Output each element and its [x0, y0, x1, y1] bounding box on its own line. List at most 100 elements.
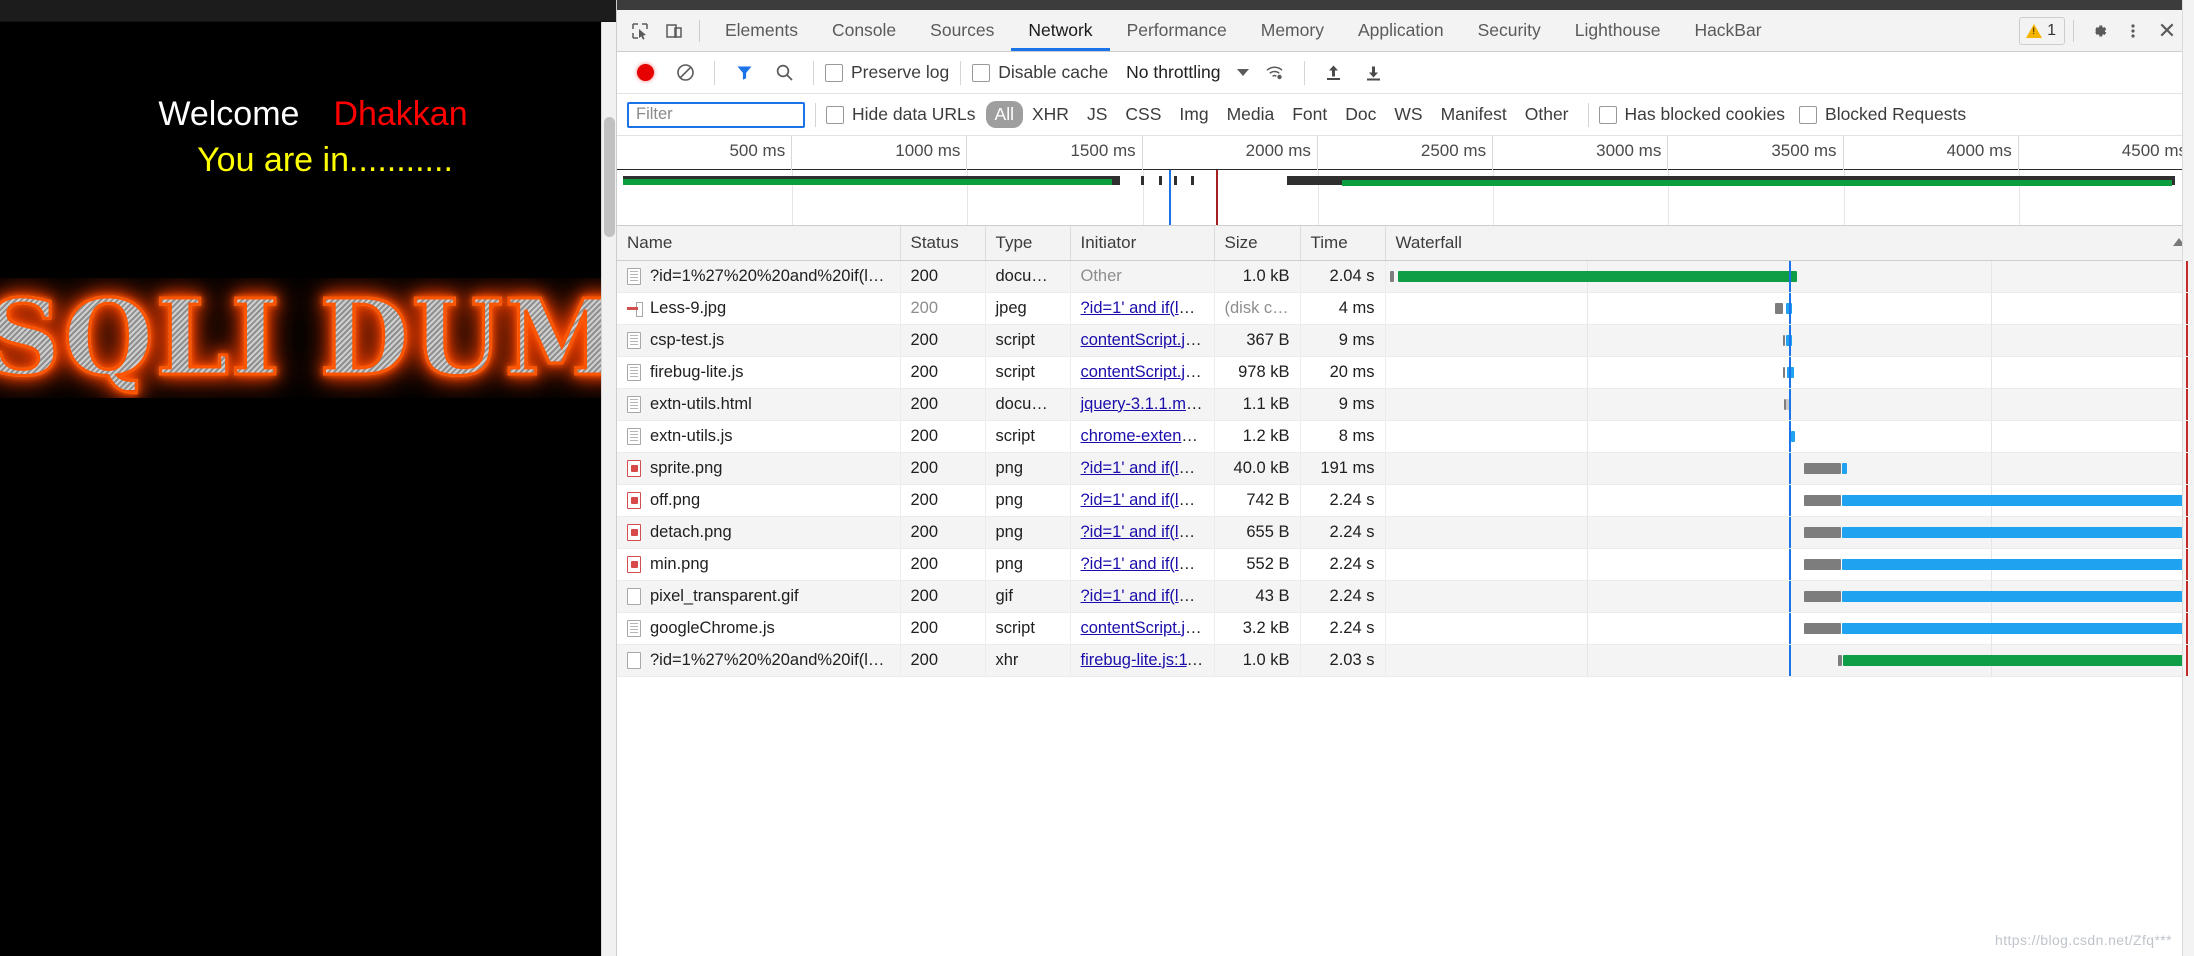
page-scrollbar-thumb[interactable]: [604, 117, 615, 237]
throttling-dropdown[interactable]: No throttling: [1122, 62, 1252, 83]
type-filter-js[interactable]: JS: [1078, 101, 1116, 128]
tab-lighthouse[interactable]: Lighthouse: [1558, 10, 1678, 51]
inspect-cursor-icon[interactable]: [623, 16, 657, 46]
cell-initiator[interactable]: chrome-extension://e...: [1070, 420, 1215, 453]
table-row[interactable]: off.png 200png ?id=1' and if(length(d...74…: [617, 484, 2194, 517]
search-icon[interactable]: [766, 58, 802, 88]
cell-initiator[interactable]: ?id=1' and if(length(d...: [1070, 484, 1215, 517]
tab-hackbar[interactable]: HackBar: [1677, 10, 1778, 51]
cell-initiator[interactable]: ?id=1' and if(length(d...: [1070, 580, 1215, 613]
cell-initiator[interactable]: ?id=1' and if(length(d...: [1070, 292, 1215, 325]
cell-initiator[interactable]: ?id=1' and if(length(d...: [1070, 516, 1215, 549]
column-header-waterfall[interactable]: Waterfall: [1385, 226, 2194, 261]
cell-initiator[interactable]: contentScript.js:120: [1070, 612, 1215, 645]
cell-name[interactable]: sprite.png: [617, 452, 901, 485]
record-button[interactable]: [627, 58, 663, 88]
table-row[interactable]: csp-test.js 200 script contentScript.js:125…: [617, 324, 2194, 357]
cell-initiator[interactable]: ?id=1' and if(length(d...: [1070, 452, 1215, 485]
cell-initiator[interactable]: jquery-3.1.1.min.js:3: [1070, 388, 1215, 421]
clear-button[interactable]: [667, 58, 703, 88]
tab-sources[interactable]: Sources: [913, 10, 1011, 51]
initiator-link[interactable]: ?id=1' and if(length(d...: [1081, 459, 1214, 477]
column-header-initiator[interactable]: Initiator: [1070, 226, 1215, 261]
tab-elements[interactable]: Elements: [708, 10, 815, 51]
tab-memory[interactable]: Memory: [1244, 10, 1341, 51]
import-har-icon[interactable]: [1316, 58, 1352, 88]
initiator-link[interactable]: ?id=1' and if(length(d...: [1081, 491, 1214, 509]
filter-input[interactable]: [627, 101, 805, 128]
close-icon[interactable]: ✕: [2150, 16, 2184, 46]
cell-initiator[interactable]: ?id=1' and if(length(d...: [1070, 548, 1215, 581]
column-header-time[interactable]: Time: [1300, 226, 1386, 261]
type-filter-xhr[interactable]: XHR: [1023, 101, 1078, 128]
type-filter-media[interactable]: Media: [1218, 101, 1284, 128]
cell-name[interactable]: detach.png: [617, 516, 901, 549]
table-row[interactable]: googleChrome.js 200 script contentScript.js…: [617, 612, 2194, 645]
type-filter-font[interactable]: Font: [1283, 101, 1336, 128]
type-filter-other[interactable]: Other: [1516, 101, 1578, 128]
table-row[interactable]: extn-utils.html 200 document jquery-3.1.1.m…: [617, 388, 2194, 421]
initiator-link[interactable]: contentScript.js:125: [1081, 331, 1214, 349]
has-blocked-cookies-checkbox[interactable]: Has blocked cookies: [1598, 104, 1785, 125]
table-row[interactable]: sprite.png 200png ?id=1' and if(length(d..…: [617, 452, 2194, 485]
cell-name[interactable]: firebug-lite.js: [617, 356, 901, 389]
type-filter-all[interactable]: All: [985, 101, 1023, 128]
column-header-size[interactable]: Size: [1214, 226, 1301, 261]
network-requests-table-container[interactable]: Name Status Type Initiator Size Time Wat…: [617, 226, 2194, 956]
initiator-link[interactable]: firebug-lite.js:11886: [1081, 651, 1214, 669]
initiator-link[interactable]: ?id=1' and if(length(d...: [1081, 523, 1214, 541]
export-har-icon[interactable]: [1356, 58, 1392, 88]
initiator-link[interactable]: contentScript.js:120: [1081, 619, 1214, 637]
network-overview-timeline[interactable]: 500 ms 1000 ms 1500 ms 2000 ms 2500 ms 3000 m…: [617, 136, 2194, 226]
cell-name[interactable]: csp-test.js: [617, 324, 901, 357]
tab-security[interactable]: Security: [1461, 10, 1558, 51]
table-row[interactable]: firebug-lite.js 200 script contentScript.js…: [617, 356, 2194, 389]
page-vertical-scrollbar[interactable]: [601, 22, 616, 956]
table-row[interactable]: extn-utils.js 200script chrome-extension:/…: [617, 420, 2194, 453]
tab-application[interactable]: Application: [1341, 10, 1461, 51]
cell-name[interactable]: extn-utils.html: [617, 388, 901, 421]
initiator-link[interactable]: chrome-extension://e...: [1081, 427, 1214, 445]
initiator-link[interactable]: contentScript.js:122: [1081, 363, 1214, 381]
table-row[interactable]: Less-9.jpg 200jpeg ?id=1' and if(length(d.…: [617, 292, 2194, 325]
network-conditions-icon[interactable]: [1257, 58, 1293, 88]
tab-console[interactable]: Console: [815, 10, 913, 51]
table-row[interactable]: ?id=1%27%20%20and%20if(length(databa... 2…: [617, 260, 2194, 293]
initiator-link[interactable]: ?id=1' and if(length(d...: [1081, 587, 1214, 605]
preserve-log-checkbox[interactable]: Preserve log: [825, 62, 949, 83]
table-row[interactable]: ?id=1%27%20%20and%20if(length(databa... 2…: [617, 644, 2194, 677]
tab-performance[interactable]: Performance: [1110, 10, 1244, 51]
warning-count-badge[interactable]: 1: [2019, 16, 2065, 45]
cell-name[interactable]: off.png: [617, 484, 901, 517]
type-filter-doc[interactable]: Doc: [1336, 101, 1385, 128]
tab-network[interactable]: Network: [1011, 10, 1110, 51]
cell-name[interactable]: ?id=1%27%20%20and%20if(length(databa...: [617, 644, 901, 677]
blocked-requests-checkbox[interactable]: Blocked Requests: [1799, 104, 1966, 125]
cell-name[interactable]: Less-9.jpg: [617, 292, 901, 325]
kebab-menu-icon[interactable]: [2116, 16, 2150, 46]
table-row[interactable]: detach.png 200png ?id=1' and if(length(d..…: [617, 516, 2194, 549]
cell-name[interactable]: ?id=1%27%20%20and%20if(length(databa...: [617, 260, 901, 293]
column-header-status[interactable]: Status: [900, 226, 986, 261]
cell-name[interactable]: extn-utils.js: [617, 420, 901, 453]
type-filter-manifest[interactable]: Manifest: [1432, 101, 1516, 128]
cell-initiator[interactable]: firebug-lite.js:11886: [1070, 644, 1215, 677]
initiator-link[interactable]: jquery-3.1.1.min.js:3: [1081, 395, 1214, 413]
column-header-type[interactable]: Type: [985, 226, 1071, 261]
type-filter-img[interactable]: Img: [1170, 101, 1217, 128]
device-toggle-icon[interactable]: [657, 16, 691, 46]
gear-icon[interactable]: [2082, 16, 2116, 46]
cell-name[interactable]: pixel_transparent.gif: [617, 580, 901, 613]
initiator-link[interactable]: ?id=1' and if(length(d...: [1081, 555, 1214, 573]
hide-data-urls-checkbox[interactable]: Hide data URLs: [826, 104, 976, 125]
cell-initiator[interactable]: contentScript.js:122: [1070, 356, 1215, 389]
column-header-name[interactable]: Name: [617, 226, 901, 261]
disable-cache-checkbox[interactable]: Disable cache: [972, 62, 1108, 83]
table-row[interactable]: pixel_transparent.gif 200 gif ?id=1' and if…: [617, 580, 2194, 613]
table-row[interactable]: min.png 200png ?id=1' and if(length(d...55…: [617, 548, 2194, 581]
type-filter-ws[interactable]: WS: [1385, 101, 1431, 128]
type-filter-css[interactable]: CSS: [1116, 101, 1170, 128]
initiator-link[interactable]: ?id=1' and if(length(d...: [1081, 299, 1214, 317]
filter-funnel-icon[interactable]: [726, 58, 762, 88]
cell-initiator[interactable]: contentScript.js:125: [1070, 324, 1215, 357]
